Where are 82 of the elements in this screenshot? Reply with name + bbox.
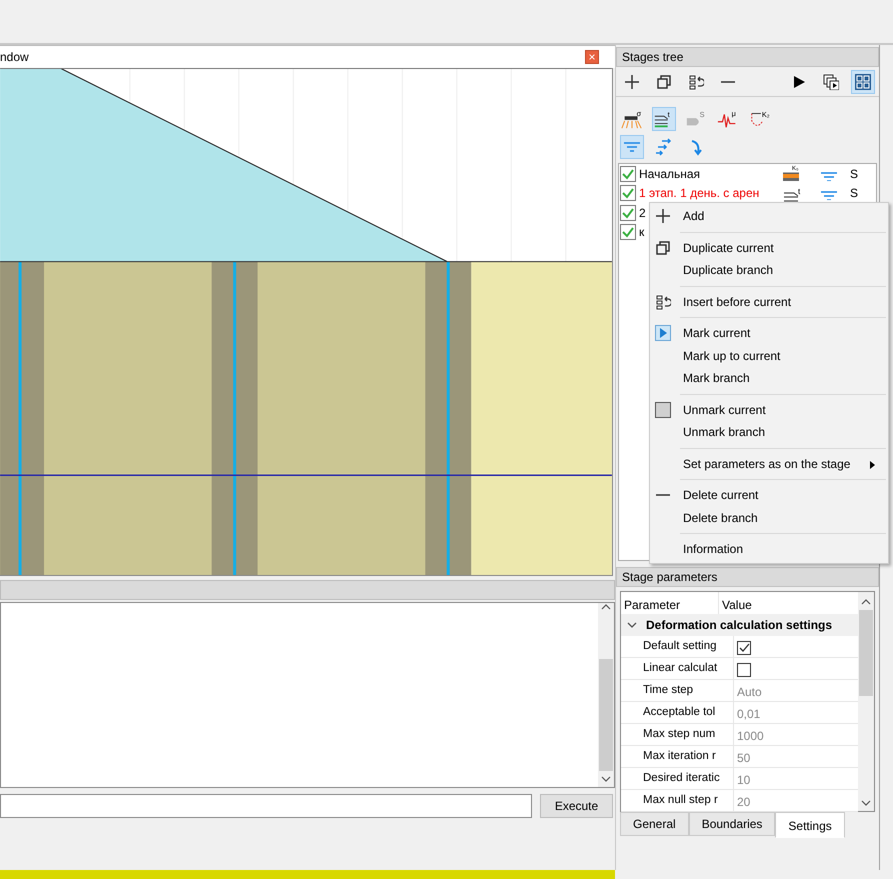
parameter-name: Linear calculat — [642, 661, 718, 676]
column-header[interactable]: Value — [719, 592, 755, 614]
menu-item[interactable]: Set parameters as on the stage — [683, 454, 850, 473]
value-checkbox[interactable] — [737, 663, 751, 677]
parameter-name: Max iteration r — [642, 749, 717, 764]
tab[interactable]: Settings — [775, 812, 845, 838]
parameter-value: 0,01 — [737, 707, 760, 721]
grid-button[interactable] — [851, 70, 875, 94]
copy-icon — [655, 240, 671, 256]
mode-button[interactable]: K₂ — [748, 107, 772, 131]
menu-item[interactable]: Insert before current — [683, 292, 792, 311]
command-field[interactable] — [0, 794, 532, 818]
menu-item[interactable]: Unmark branch — [650, 421, 888, 444]
execute-button[interactable]: Execute — [540, 794, 613, 818]
chevron-icon[interactable] — [626, 620, 638, 630]
insert-icon — [655, 294, 671, 310]
menu-item[interactable]: Delete branch — [650, 506, 888, 529]
menu-item[interactable]: Mark current — [683, 324, 750, 342]
parameter-name: Max null step r — [642, 793, 719, 808]
stage-checkbox[interactable] — [620, 224, 636, 240]
minus-icon[interactable] — [720, 80, 736, 84]
grid-icon[interactable] — [855, 74, 871, 90]
menu-item[interactable]: Mark branch — [650, 367, 888, 390]
menu-item[interactable]: Add — [683, 207, 704, 226]
tab[interactable]: General — [620, 812, 689, 836]
scroll-up-icon[interactable] — [601, 603, 611, 611]
plus-icon — [655, 208, 671, 224]
menu-item[interactable]: Information — [650, 538, 888, 560]
menu-item[interactable]: Mark up to current — [650, 344, 888, 367]
parameter-value: 1000 — [737, 729, 764, 743]
scroll-thumb[interactable] — [859, 610, 873, 696]
stage-name[interactable]: Начальная — [639, 164, 700, 183]
parameter-value: 10 — [737, 773, 750, 787]
value-checkbox[interactable] — [737, 641, 751, 655]
check-icon — [622, 206, 634, 219]
filter-button[interactable] — [620, 135, 644, 159]
copy-icon[interactable] — [656, 74, 672, 90]
minus-icon — [655, 493, 671, 497]
scroll-up-icon[interactable] — [861, 598, 871, 606]
check-icon — [622, 187, 634, 200]
stage-checkbox[interactable] — [620, 185, 636, 202]
parameter-value: 50 — [737, 751, 750, 765]
play-icon[interactable] — [791, 74, 807, 90]
menu-item[interactable]: Duplicate current — [683, 238, 774, 257]
scroll-down-icon[interactable] — [601, 775, 611, 783]
menu-item[interactable]: Duplicate branch — [650, 259, 888, 282]
window-title: ndow — [0, 49, 29, 66]
scroll-thumb[interactable] — [599, 659, 613, 771]
mode-button[interactable]: σ — [620, 107, 644, 131]
mode-button[interactable]: μ — [716, 107, 740, 131]
scroll-down-icon[interactable] — [861, 799, 871, 807]
group-label: Deformation calculation settings — [646, 617, 832, 634]
stage-name[interactable]: 1 этап. 1 день. с арен — [639, 184, 760, 202]
check-icon — [738, 642, 750, 654]
panel-title: Stages tree — [616, 47, 879, 67]
run-copies-icon[interactable] — [823, 74, 839, 90]
parameter-name: Acceptable tol — [642, 705, 716, 720]
stage-name[interactable]: к — [639, 223, 644, 242]
stage-checkbox[interactable] — [620, 204, 636, 221]
menu-item[interactable]: Unmark current — [683, 400, 766, 419]
square-icon — [655, 402, 671, 418]
insert-icon[interactable] — [688, 74, 704, 90]
tab[interactable]: Boundaries — [688, 812, 776, 836]
plus-icon[interactable] — [624, 74, 640, 90]
stage-name[interactable]: 2 — [639, 204, 646, 222]
stage-mark: S — [850, 166, 860, 183]
menu-item[interactable]: Delete current — [683, 486, 758, 504]
arrows-icon — [654, 137, 674, 157]
parameter-name: Default setting — [642, 639, 718, 654]
parameter-name: Time step — [642, 683, 694, 698]
parameter-name: Desired iteratic — [642, 771, 721, 786]
parameter-name: Max step num — [642, 727, 716, 742]
stage-checkbox[interactable] — [620, 166, 636, 182]
play-box-icon — [655, 325, 671, 341]
parameter-value: Auto — [737, 685, 762, 699]
check-icon — [622, 226, 634, 238]
mode-button[interactable]: t — [652, 107, 676, 131]
check-icon — [622, 168, 634, 180]
mode-button[interactable]: S — [684, 107, 708, 131]
parameter-value: 20 — [737, 795, 750, 809]
panel-title: Stage parameters — [616, 567, 879, 587]
stage-mark: S — [850, 185, 860, 202]
